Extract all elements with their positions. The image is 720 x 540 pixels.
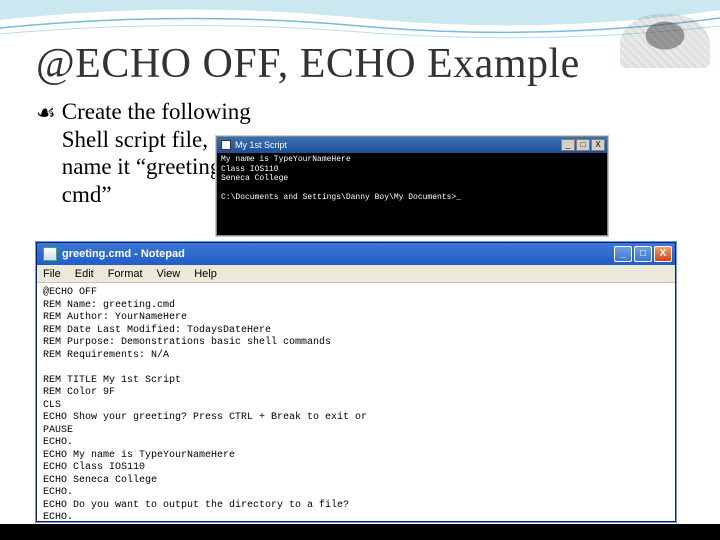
minimize-button[interactable]: _ — [614, 246, 632, 262]
close-button[interactable]: X — [654, 246, 672, 262]
minimize-button[interactable]: _ — [561, 139, 575, 151]
cmd-title: My 1st Script — [235, 140, 287, 150]
notepad-title: greeting.cmd - Notepad — [62, 248, 185, 260]
menu-file[interactable]: File — [43, 268, 61, 280]
menu-help[interactable]: Help — [194, 268, 217, 280]
notepad-menubar: File Edit Format View Help — [37, 265, 675, 283]
notepad-content[interactable]: @ECHO OFF REM Name: greeting.cmd REM Aut… — [37, 283, 675, 521]
notepad-titlebar: greeting.cmd - Notepad _ □ X — [37, 243, 675, 265]
cmd-titlebar: My 1st Script _ □ X — [217, 137, 607, 153]
cmd-output: My name is TypeYourNameHere Class IOS110… — [217, 153, 607, 205]
close-button[interactable]: X — [591, 139, 605, 151]
notepad-window-controls: _ □ X — [614, 246, 672, 262]
menu-view[interactable]: View — [157, 268, 181, 280]
slide-container: @ECHO OFF, ECHO Example ☙ Create the fol… — [0, 0, 720, 540]
bullet-icon: ☙ — [36, 100, 56, 126]
notepad-window: greeting.cmd - Notepad _ □ X File Edit For… — [36, 242, 676, 522]
maximize-button[interactable]: □ — [634, 246, 652, 262]
notepad-icon — [43, 247, 57, 261]
maximize-button[interactable]: □ — [576, 139, 590, 151]
menu-edit[interactable]: Edit — [75, 268, 94, 280]
slide-title: @ECHO OFF, ECHO Example — [36, 40, 684, 88]
menu-format[interactable]: Format — [108, 268, 143, 280]
cmd-icon — [221, 140, 231, 150]
cmd-window-controls: _ □ X — [561, 139, 605, 151]
command-prompt-window: My 1st Script _ □ X My name is TypeYourN… — [216, 136, 608, 236]
